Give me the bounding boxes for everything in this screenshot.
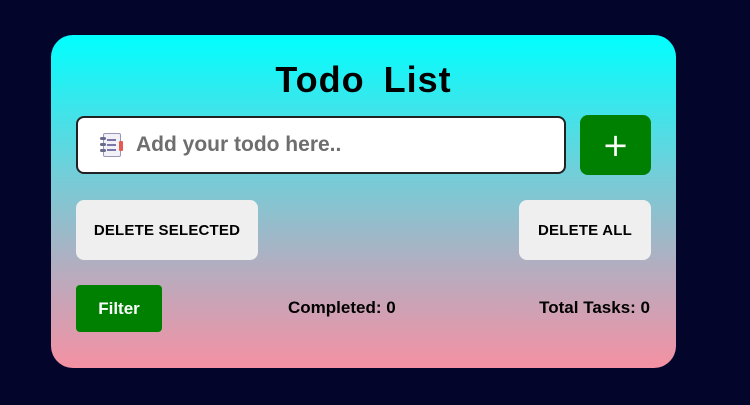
- delete-selected-button[interactable]: DELETE SELECTED: [76, 200, 258, 260]
- todo-card: Todo List + DELETE SELECTED DELETE ALL F…: [51, 35, 676, 368]
- delete-all-button[interactable]: DELETE ALL: [519, 200, 651, 260]
- notepad-icon: [100, 132, 123, 158]
- total-tasks-count: Total Tasks: 0: [539, 298, 650, 317]
- todo-input[interactable]: [136, 125, 536, 165]
- filter-button[interactable]: Filter: [76, 285, 162, 332]
- page-title: Todo List: [275, 59, 452, 100]
- add-todo-button[interactable]: +: [580, 115, 651, 175]
- todo-input-wrapper[interactable]: [76, 116, 566, 174]
- completed-count: Completed: 0: [288, 298, 396, 317]
